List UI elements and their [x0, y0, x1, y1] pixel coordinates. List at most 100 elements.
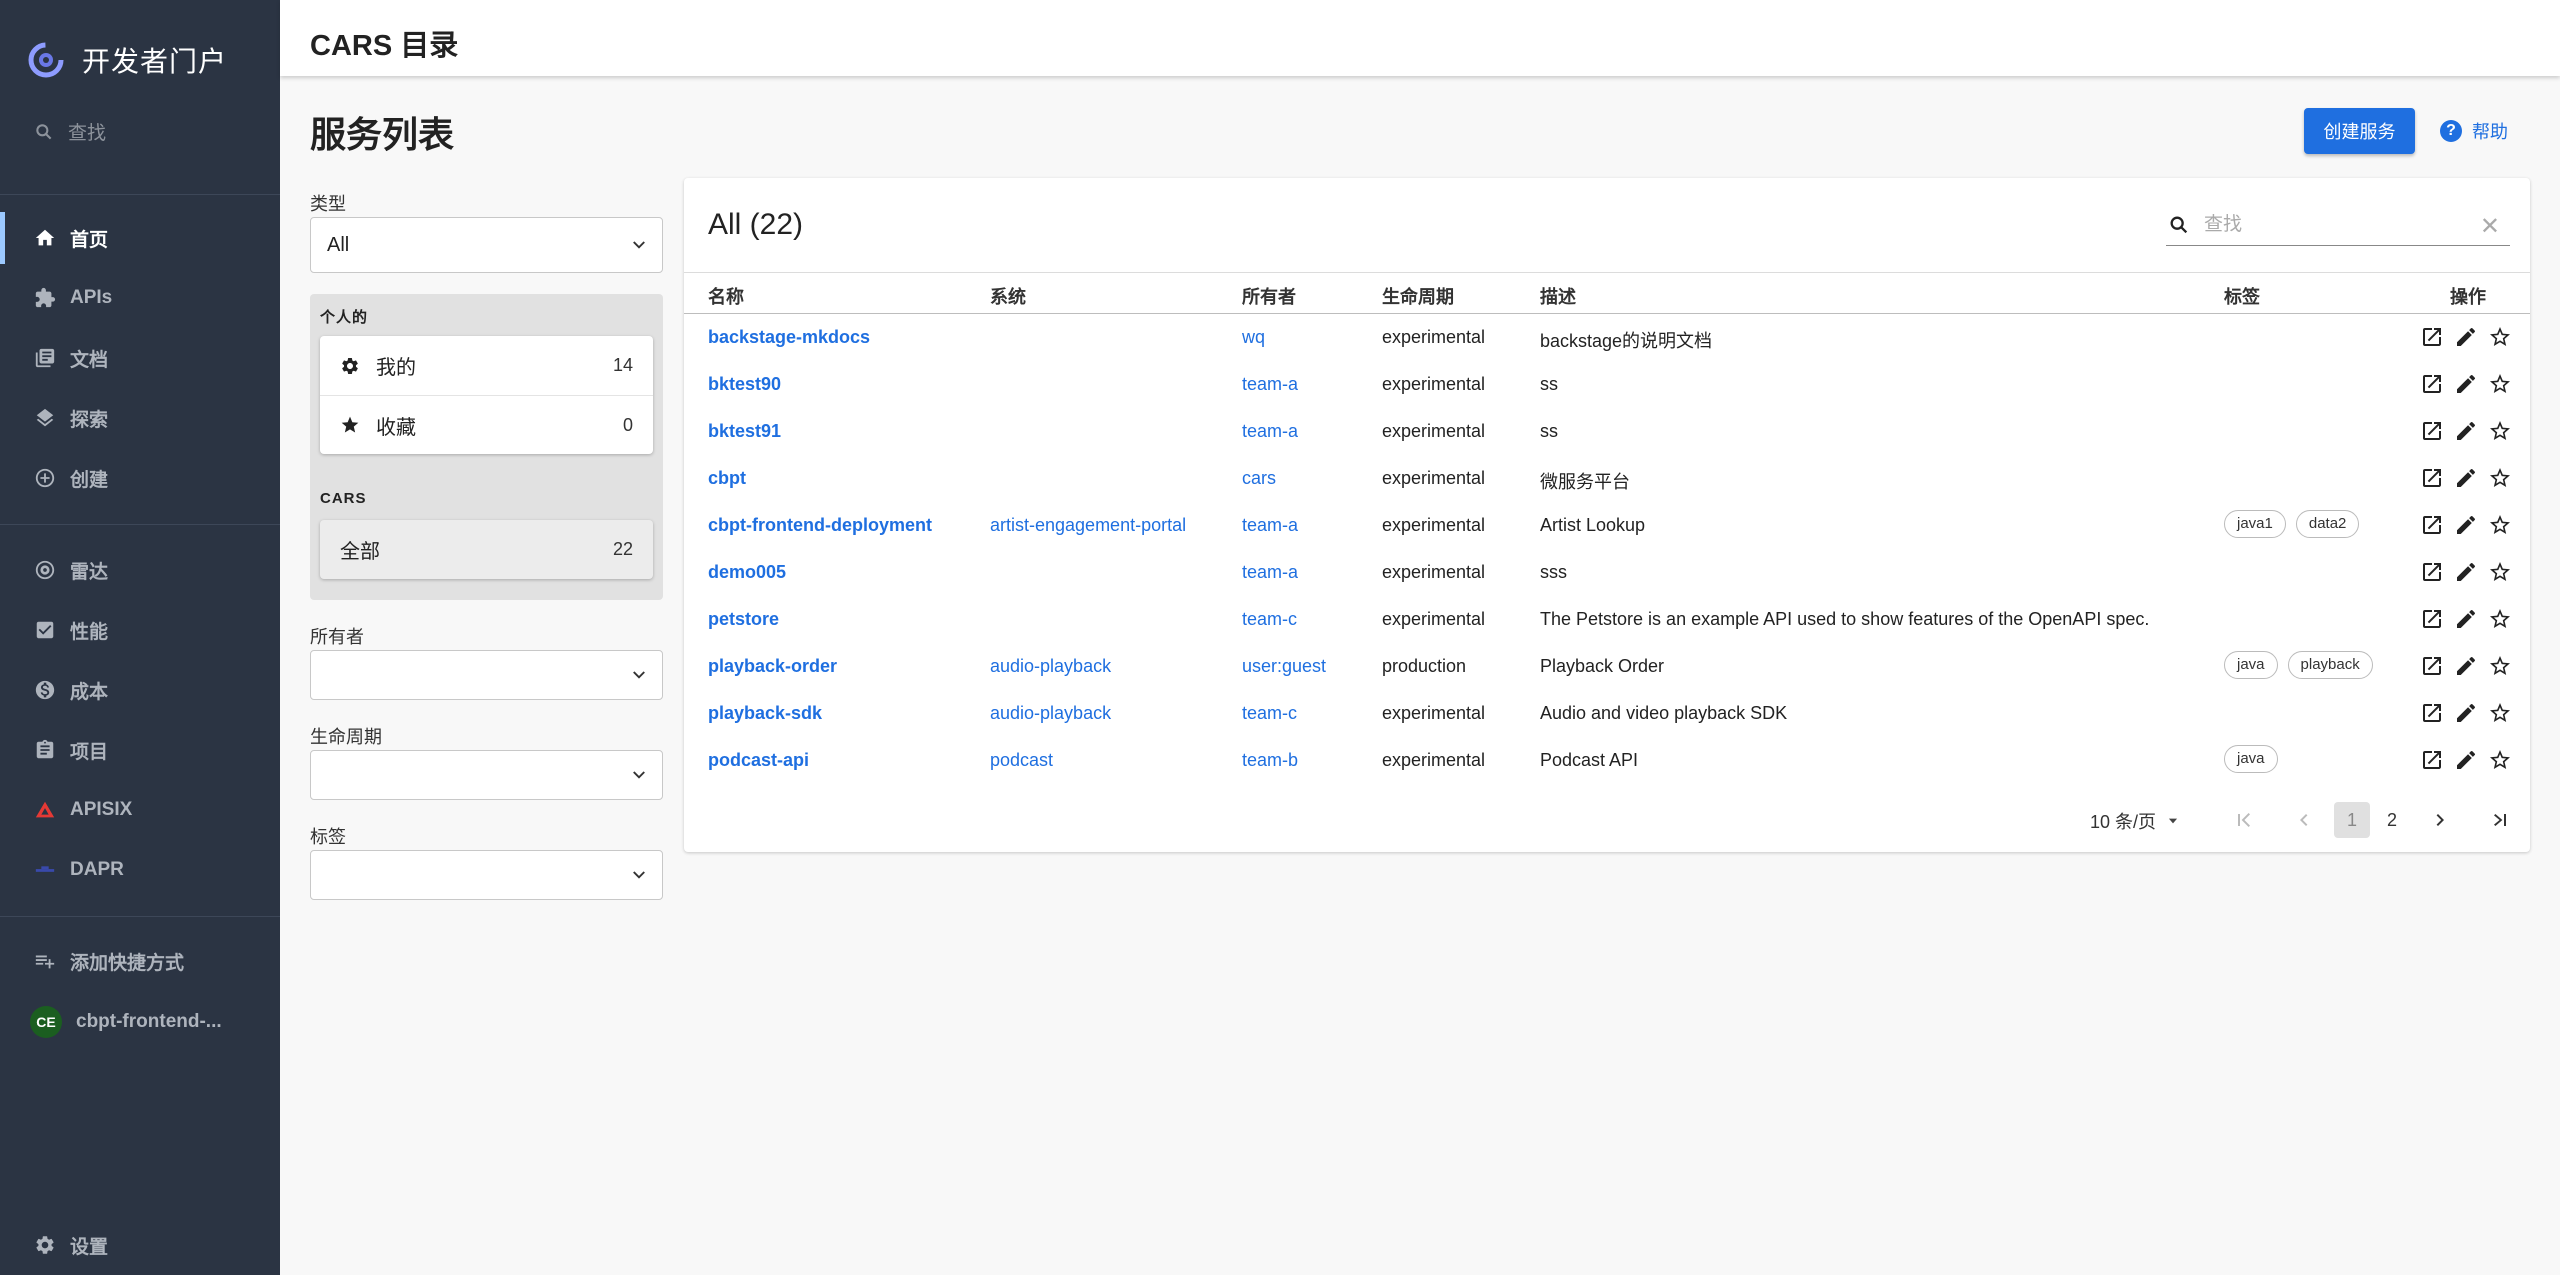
- cell-name[interactable]: backstage-mkdocs: [708, 327, 870, 348]
- cell-name[interactable]: demo005: [708, 562, 786, 583]
- star-outline-icon[interactable]: [2488, 654, 2512, 678]
- clear-icon[interactable]: ✕: [2480, 212, 2500, 241]
- sidebar-item-home[interactable]: 首页: [0, 212, 280, 264]
- sidebar-item-cost[interactable]: 成本: [0, 664, 280, 716]
- tag-chip[interactable]: java: [2224, 651, 2278, 679]
- column-header[interactable]: 标签: [2224, 283, 2260, 309]
- cell-system[interactable]: podcast: [990, 750, 1053, 771]
- page-button[interactable]: 2: [2374, 802, 2410, 838]
- edit-icon[interactable]: [2454, 701, 2478, 725]
- column-header[interactable]: 生命周期: [1382, 283, 1454, 309]
- edit-icon[interactable]: [2454, 419, 2478, 443]
- edit-icon[interactable]: [2454, 513, 2478, 537]
- add-shortcut-button[interactable]: 添加快捷方式: [0, 935, 280, 987]
- cell-system[interactable]: audio-playback: [990, 703, 1111, 724]
- open-in-new-icon[interactable]: [2420, 560, 2444, 584]
- sidebar-item-apisix[interactable]: APISIX: [0, 784, 280, 836]
- page-button[interactable]: 1: [2334, 802, 2370, 838]
- star-outline-icon[interactable]: [2488, 748, 2512, 772]
- star-outline-icon[interactable]: [2488, 560, 2512, 584]
- owner-select[interactable]: [310, 650, 663, 700]
- cell-owner[interactable]: cars: [1242, 468, 1276, 489]
- filter-owned[interactable]: 我的 14: [320, 336, 653, 395]
- sidebar-item-docs[interactable]: 文档: [0, 332, 280, 384]
- edit-icon[interactable]: [2454, 748, 2478, 772]
- open-in-new-icon[interactable]: [2420, 466, 2444, 490]
- logo[interactable]: 开发者门户: [28, 40, 227, 80]
- cell-owner[interactable]: team-a: [1242, 374, 1298, 395]
- cell-name[interactable]: petstore: [708, 609, 779, 630]
- cell-name[interactable]: bktest91: [708, 421, 781, 442]
- star-outline-icon[interactable]: [2488, 372, 2512, 396]
- sidebar-item-projects[interactable]: 项目: [0, 724, 280, 776]
- tag-chip[interactable]: java: [2224, 745, 2278, 773]
- lifecycle-select[interactable]: [310, 750, 663, 800]
- cell-name[interactable]: bktest90: [708, 374, 781, 395]
- sidebar-item-performance[interactable]: 性能: [0, 604, 280, 656]
- cell-system[interactable]: artist-engagement-portal: [990, 515, 1186, 536]
- cell-system[interactable]: audio-playback: [990, 656, 1111, 677]
- cell-name[interactable]: podcast-api: [708, 750, 809, 771]
- filter-all[interactable]: 全部 22: [320, 520, 653, 579]
- star-outline-icon[interactable]: [2488, 419, 2512, 443]
- edit-icon[interactable]: [2454, 607, 2478, 631]
- cell-name[interactable]: cbpt-frontend-deployment: [708, 515, 932, 536]
- create-service-button[interactable]: 创建服务: [2304, 108, 2415, 154]
- filter-starred[interactable]: 收藏 0: [320, 395, 653, 454]
- cell-name[interactable]: cbpt: [708, 468, 746, 489]
- sidebar-item-dapr[interactable]: DAPR: [0, 844, 280, 896]
- open-in-new-icon[interactable]: [2420, 325, 2444, 349]
- table-search[interactable]: ✕: [2166, 204, 2510, 246]
- open-in-new-icon[interactable]: [2420, 654, 2444, 678]
- tags-select[interactable]: [310, 850, 663, 900]
- help-link[interactable]: ? 帮助: [2440, 118, 2508, 144]
- last-page-button[interactable]: [2482, 802, 2518, 838]
- edit-icon[interactable]: [2454, 560, 2478, 584]
- cell-owner[interactable]: user:guest: [1242, 656, 1326, 677]
- sidebar-item-settings[interactable]: 设置: [0, 1219, 280, 1271]
- cell-owner[interactable]: team-c: [1242, 703, 1297, 724]
- tag-chip[interactable]: data2: [2295, 510, 2360, 538]
- next-page-button[interactable]: [2422, 802, 2458, 838]
- sidebar-item-apis[interactable]: APIs: [0, 272, 280, 324]
- star-outline-icon[interactable]: [2488, 466, 2512, 490]
- column-header[interactable]: 描述: [1540, 283, 1576, 309]
- rows-per-page-select[interactable]: 10 条/页: [2090, 808, 2180, 834]
- edit-icon[interactable]: [2454, 466, 2478, 490]
- star-outline-icon[interactable]: [2488, 513, 2512, 537]
- sidebar-search[interactable]: 查找: [34, 118, 106, 145]
- table-search-input[interactable]: [2204, 213, 2464, 236]
- cell-owner[interactable]: team-a: [1242, 562, 1298, 583]
- edit-icon[interactable]: [2454, 372, 2478, 396]
- star-outline-icon[interactable]: [2488, 701, 2512, 725]
- open-in-new-icon[interactable]: [2420, 607, 2444, 631]
- star-outline-icon[interactable]: [2488, 325, 2512, 349]
- column-header[interactable]: 名称: [708, 283, 744, 309]
- column-header[interactable]: 系统: [990, 283, 1026, 309]
- tag-chip[interactable]: java1: [2224, 510, 2286, 538]
- open-in-new-icon[interactable]: [2420, 419, 2444, 443]
- sidebar-item-create[interactable]: 创建: [0, 452, 280, 504]
- column-header[interactable]: 所有者: [1242, 283, 1296, 309]
- first-page-button[interactable]: [2226, 802, 2262, 838]
- type-select[interactable]: All: [310, 217, 663, 273]
- sidebar-item-radar[interactable]: 雷达: [0, 544, 280, 596]
- open-in-new-icon[interactable]: [2420, 748, 2444, 772]
- edit-icon[interactable]: [2454, 654, 2478, 678]
- cell-owner[interactable]: team-c: [1242, 609, 1297, 630]
- cell-owner[interactable]: team-a: [1242, 421, 1298, 442]
- prev-page-button[interactable]: [2286, 802, 2322, 838]
- cell-name[interactable]: playback-sdk: [708, 703, 822, 724]
- cell-owner[interactable]: wq: [1242, 327, 1265, 348]
- cell-name[interactable]: playback-order: [708, 656, 837, 677]
- edit-icon[interactable]: [2454, 325, 2478, 349]
- open-in-new-icon[interactable]: [2420, 701, 2444, 725]
- cell-owner[interactable]: team-b: [1242, 750, 1298, 771]
- sidebar-item-explore[interactable]: 探索: [0, 392, 280, 444]
- open-in-new-icon[interactable]: [2420, 372, 2444, 396]
- shortcut-item[interactable]: CE cbpt-frontend-...: [0, 996, 280, 1048]
- star-outline-icon[interactable]: [2488, 607, 2512, 631]
- open-in-new-icon[interactable]: [2420, 513, 2444, 537]
- tag-chip[interactable]: playback: [2287, 651, 2373, 679]
- cell-owner[interactable]: team-a: [1242, 515, 1298, 536]
